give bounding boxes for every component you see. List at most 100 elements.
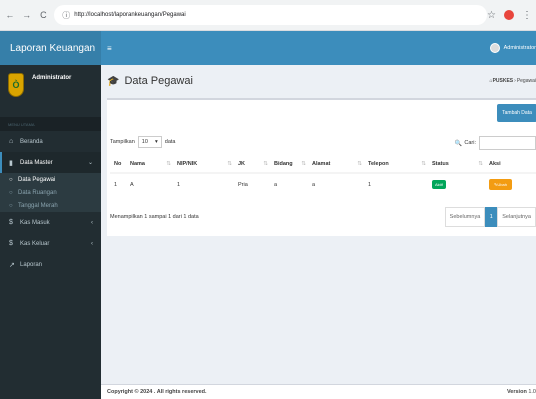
circle-icon: ○ xyxy=(9,202,13,209)
cell-jk: Pria xyxy=(234,172,270,195)
column-header-nip[interactable]: NIP/NIK ⇅ xyxy=(173,155,234,174)
status-badge: Aktif xyxy=(432,180,446,189)
sort-icon: ⇅ xyxy=(357,160,362,167)
cell-alamat: a xyxy=(308,172,364,195)
sidebar-item-label: Kas Keluar xyxy=(20,240,50,247)
user-panel: Ò Administrator xyxy=(0,65,101,113)
url-text: http://localhost/laporankeuangan/Pegawai xyxy=(74,12,186,18)
version-label: Version xyxy=(506,389,527,395)
pagination: Sebelumnya 1 Selanjutnya xyxy=(444,207,536,227)
sidebar-subitem-data-ruangan[interactable]: ○ Data Ruangan xyxy=(0,186,101,199)
column-header-alamat[interactable]: Alamat ⇅ xyxy=(308,155,364,174)
column-header-telepon[interactable]: Telepon ⇅ xyxy=(364,155,428,174)
page-title-text: Data Pegawai xyxy=(124,75,193,87)
version-info: Version 1.0 xyxy=(507,389,536,395)
breadcrumb-separator: › xyxy=(514,78,516,84)
sidebar-item-kas-keluar[interactable]: $ Kas Keluar ‹ xyxy=(0,233,101,254)
browser-toolbar: ← → C ⓘ http://localhost/laporankeuangan… xyxy=(0,0,536,31)
column-header-jk[interactable]: JK ⇅ xyxy=(234,155,270,174)
back-icon[interactable]: ← xyxy=(3,8,17,22)
column-header-no[interactable]: No xyxy=(110,155,126,174)
column-header-bidang[interactable]: Bidang ⇅ xyxy=(270,155,308,174)
chevron-left-icon: ‹ xyxy=(91,240,93,247)
sidebar-subitem-label: Data Ruangan xyxy=(18,189,57,196)
forward-icon[interactable]: → xyxy=(20,8,34,22)
sidebar-subitem-data-pegawai[interactable]: ○ Data Pegawai xyxy=(0,173,101,186)
copyright-text: Copyright © 2024 . All rights reserved. xyxy=(107,389,207,395)
home-icon: ⌂ xyxy=(9,138,14,145)
search-label: Cari: xyxy=(464,140,476,146)
organization-emblem-icon: Ò xyxy=(8,73,24,97)
top-navbar: ≡ Administrator xyxy=(101,31,536,65)
pagination-next-button[interactable]: Selanjutnya xyxy=(497,207,536,227)
sidebar-item-data-master[interactable]: ▮ Data Master ⌄ xyxy=(0,152,101,173)
search-input[interactable] xyxy=(479,136,536,150)
sort-icon: ⇅ xyxy=(301,160,306,167)
cell-nip: 1 xyxy=(173,172,234,195)
sidebar-item-label: Laporan xyxy=(20,261,43,268)
breadcrumb-current: Pegawai xyxy=(516,78,536,84)
add-data-button[interactable]: Tambah Data xyxy=(497,104,536,122)
submenu-data-master: ○ Data Pegawai ○ Data Ruangan ○ Tanggal … xyxy=(0,173,101,212)
search-control: 🔍 Cari: xyxy=(455,136,536,150)
footer: Copyright © 2024 . All rights reserved. … xyxy=(101,384,536,399)
pagination-page-button[interactable]: 1 xyxy=(485,207,498,227)
sidebar-subitem-label: Data Pegawai xyxy=(18,176,56,183)
sidebar-subitem-tanggal-merah[interactable]: ○ Tanggal Merah xyxy=(0,199,101,212)
content-header: 🎓 Data Pegawai ⌂PUSKES › Pegawai xyxy=(101,65,536,97)
breadcrumb-home[interactable]: ⌂PUSKES xyxy=(490,78,514,84)
sort-icon: ⇅ xyxy=(478,160,483,167)
column-header-nama[interactable]: Nama ⇅ xyxy=(126,155,173,174)
sidebar-subitem-label: Tanggal Merah xyxy=(18,202,58,209)
edit-button[interactable]: ✎Ubah xyxy=(489,179,512,190)
column-header-aksi[interactable]: Aksi xyxy=(485,155,536,174)
breadcrumb: ⌂PUSKES › Pegawai xyxy=(490,78,536,84)
bookmark-star-icon[interactable]: ☆ xyxy=(487,10,496,21)
page-length-value: 10 xyxy=(141,139,148,145)
cell-bidang: a xyxy=(270,172,308,195)
site-info-icon[interactable]: ⓘ xyxy=(62,10,70,21)
chart-icon: ↗ xyxy=(9,261,15,269)
search-icon: 🔍 xyxy=(454,140,463,147)
sidebar-item-label: Kas Masuk xyxy=(20,219,50,226)
circle-icon: ○ xyxy=(9,176,13,183)
page-title: 🎓 Data Pegawai xyxy=(107,75,193,87)
length-label-prefix: Tampilkan xyxy=(110,139,135,145)
reload-icon[interactable]: C xyxy=(37,8,51,22)
user-name: Administrator xyxy=(32,75,72,81)
pagination-prev-button[interactable]: Sebelumnya xyxy=(444,207,486,227)
sort-icon: ⇅ xyxy=(166,160,171,167)
avatar xyxy=(489,43,500,53)
user-menu[interactable]: Administrator xyxy=(489,43,536,53)
main-content: 🎓 Data Pegawai ⌂PUSKES › Pegawai Tambah … xyxy=(101,65,536,399)
sort-icon: ⇅ xyxy=(263,160,268,167)
page-length-select[interactable]: 10 ▾ xyxy=(137,136,162,148)
browser-menu-icon[interactable]: ⋮ xyxy=(522,10,532,21)
length-label-suffix: data xyxy=(164,139,176,145)
cell-telepon: 1 xyxy=(364,172,428,195)
dollar-icon: $ xyxy=(9,240,13,247)
sidebar-item-laporan[interactable]: ↗ Laporan xyxy=(0,254,101,275)
navbar-user-name: Administrator xyxy=(503,45,536,51)
circle-icon: ○ xyxy=(9,189,13,196)
menu-header: MENU UTAMA xyxy=(0,117,101,131)
sidebar-item-kas-masuk[interactable]: $ Kas Masuk ‹ xyxy=(0,212,101,233)
cell-status: Aktif xyxy=(428,172,485,195)
version-number: 1.0 xyxy=(528,389,536,395)
employee-table: No Nama ⇅ NIP/NIK ⇅ JK ⇅ Bidang ⇅ Alamat ⇅ Te… xyxy=(110,155,536,195)
brand-logo[interactable]: Laporan Keuangan xyxy=(0,31,101,65)
chevron-down-icon: ⌄ xyxy=(87,160,93,166)
table-header-row: No Nama ⇅ NIP/NIK ⇅ JK ⇅ Bidang ⇅ Alamat ⇅ Te… xyxy=(110,155,536,174)
extension-icon[interactable] xyxy=(504,10,514,20)
cell-nama: A xyxy=(126,172,173,195)
sidebar-toggle-icon[interactable]: ≡ xyxy=(107,44,112,53)
sidebar-item-beranda[interactable]: ⌂ Beranda xyxy=(0,131,101,152)
chevron-down-icon: ▾ xyxy=(155,139,158,145)
sidebar-item-label: Data Master xyxy=(20,159,53,166)
column-header-status[interactable]: Status ⇅ xyxy=(428,155,485,174)
cell-aksi: ✎Ubah xyxy=(485,172,536,195)
address-bar[interactable]: ⓘ http://localhost/laporankeuangan/Pegaw… xyxy=(54,5,488,25)
sort-icon: ⇅ xyxy=(227,160,232,167)
graduation-cap-icon: 🎓 xyxy=(107,75,120,87)
table-row: 1 A 1 Pria a a 1 Aktif ✎Ubah xyxy=(110,172,536,195)
